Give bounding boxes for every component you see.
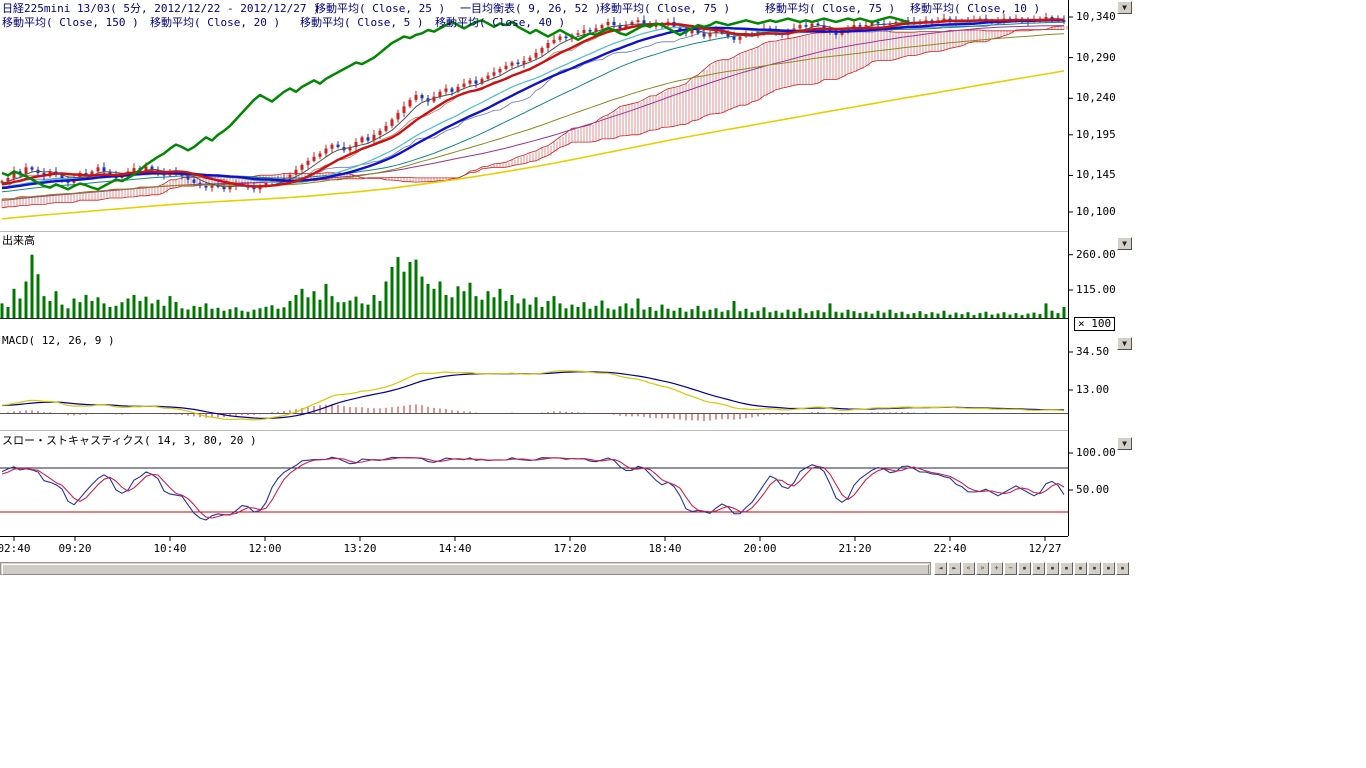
- stoch-axis-label: 50.00: [1076, 483, 1109, 496]
- scrollbar-scroll-right-button[interactable]: ►: [948, 562, 961, 575]
- scrollbar-tool-2-button[interactable]: ▪: [1032, 562, 1045, 575]
- volume-panel-label: 出来高: [2, 234, 35, 247]
- time-axis-label: 13:20: [343, 542, 376, 555]
- stoch-panel-label: スロー・ストキャスティクス( 14, 3, 80, 20 ): [2, 434, 257, 447]
- scrollbar-page-right-button[interactable]: »: [976, 562, 989, 575]
- scrollbar-zoom-out-button[interactable]: −: [1004, 562, 1017, 575]
- macd-panel-menu-button[interactable]: ▼: [1117, 337, 1132, 350]
- time-axis-label: 17:20: [553, 542, 586, 555]
- volume-panel-menu-button[interactable]: ▼: [1117, 237, 1132, 250]
- price-panel-menu-button[interactable]: ▼: [1117, 1, 1132, 14]
- indicator-label-ma20: 移動平均( Close, 20 ): [150, 16, 280, 29]
- macd-panel[interactable]: [0, 371, 1068, 421]
- scrollbar-scroll-left-button[interactable]: ◄: [934, 562, 947, 575]
- indicator-label-ichimoku: 一目均衡表( 9, 26, 52 ): [460, 2, 601, 15]
- price-panel[interactable]: [1, 13, 1068, 219]
- price-axis-label: 10,340: [1076, 10, 1116, 23]
- scrollbar-tool-1-button[interactable]: ▪: [1018, 562, 1031, 575]
- volume-unit-badge: × 100: [1074, 317, 1115, 331]
- time-axis-label: 20:00: [743, 542, 776, 555]
- time-axis-label: 02:40: [0, 542, 31, 555]
- stoch-panel-menu-button[interactable]: ▼: [1117, 437, 1132, 450]
- indicator-label-ma150: 移動平均( Close, 150 ): [2, 16, 139, 29]
- time-axis-label: 12/27: [1028, 542, 1061, 555]
- price-axis-label: 10,290: [1076, 51, 1116, 64]
- scrollbar-thumb[interactable]: [2, 564, 929, 575]
- time-axis-label: 21:20: [838, 542, 871, 555]
- price-axis-label: 10,100: [1076, 205, 1116, 218]
- indicator-label-ma40: 移動平均( Close, 40 ): [435, 16, 565, 29]
- indicator-label-ma10: 移動平均( Close, 10 ): [910, 2, 1040, 15]
- macd-panel-label: MACD( 12, 26, 9 ): [2, 334, 115, 347]
- stoch-panel[interactable]: [0, 457, 1068, 520]
- time-axis-label: 14:40: [438, 542, 471, 555]
- time-axis-label: 10:40: [153, 542, 186, 555]
- volume-axis-label: 260.00: [1076, 248, 1116, 261]
- scrollbar-zoom-in-button[interactable]: +: [990, 562, 1003, 575]
- chart-application: 日経225mini 13/03( 5分, 2012/12/22 - 2012/1…: [0, 0, 1366, 768]
- horizontal-scrollbar[interactable]: [0, 562, 931, 575]
- scrollbar-tool-6-button[interactable]: ▪: [1088, 562, 1101, 575]
- indicator-label-ma25: 移動平均( Close, 25 ): [315, 2, 445, 15]
- scrollbar-tool-8-button[interactable]: ▪: [1116, 562, 1129, 575]
- volume-panel[interactable]: [0, 255, 1068, 319]
- scrollbar-tool-4-button[interactable]: ▪: [1060, 562, 1073, 575]
- scrollbar-page-left-button[interactable]: «: [962, 562, 975, 575]
- stoch-axis-label: 100.00: [1076, 446, 1116, 459]
- scrollbar-tool-5-button[interactable]: ▪: [1074, 562, 1087, 575]
- chart-canvas[interactable]: [0, 0, 1134, 560]
- scrollbar-tool-3-button[interactable]: ▪: [1046, 562, 1059, 575]
- chart-title: 日経225mini 13/03( 5分, 2012/12/22 - 2012/1…: [2, 2, 320, 15]
- time-axis-label: 22:40: [933, 542, 966, 555]
- volume-axis-label: 115.00: [1076, 283, 1116, 296]
- macd-axis-label: 34.50: [1076, 345, 1109, 358]
- price-axis-label: 10,240: [1076, 91, 1116, 104]
- indicator-label-ma75-a: 移動平均( Close, 75 ): [600, 2, 730, 15]
- price-axis-label: 10,145: [1076, 168, 1116, 181]
- indicator-label-ma75-b: 移動平均( Close, 75 ): [765, 2, 895, 15]
- time-axis-label: 09:20: [58, 542, 91, 555]
- macd-axis-label: 13.00: [1076, 383, 1109, 396]
- indicator-label-ma5: 移動平均( Close, 5 ): [300, 16, 423, 29]
- time-axis-label: 12:00: [248, 542, 281, 555]
- price-axis-label: 10,195: [1076, 128, 1116, 141]
- time-axis-label: 18:40: [648, 542, 681, 555]
- scrollbar-tool-7-button[interactable]: ▪: [1102, 562, 1115, 575]
